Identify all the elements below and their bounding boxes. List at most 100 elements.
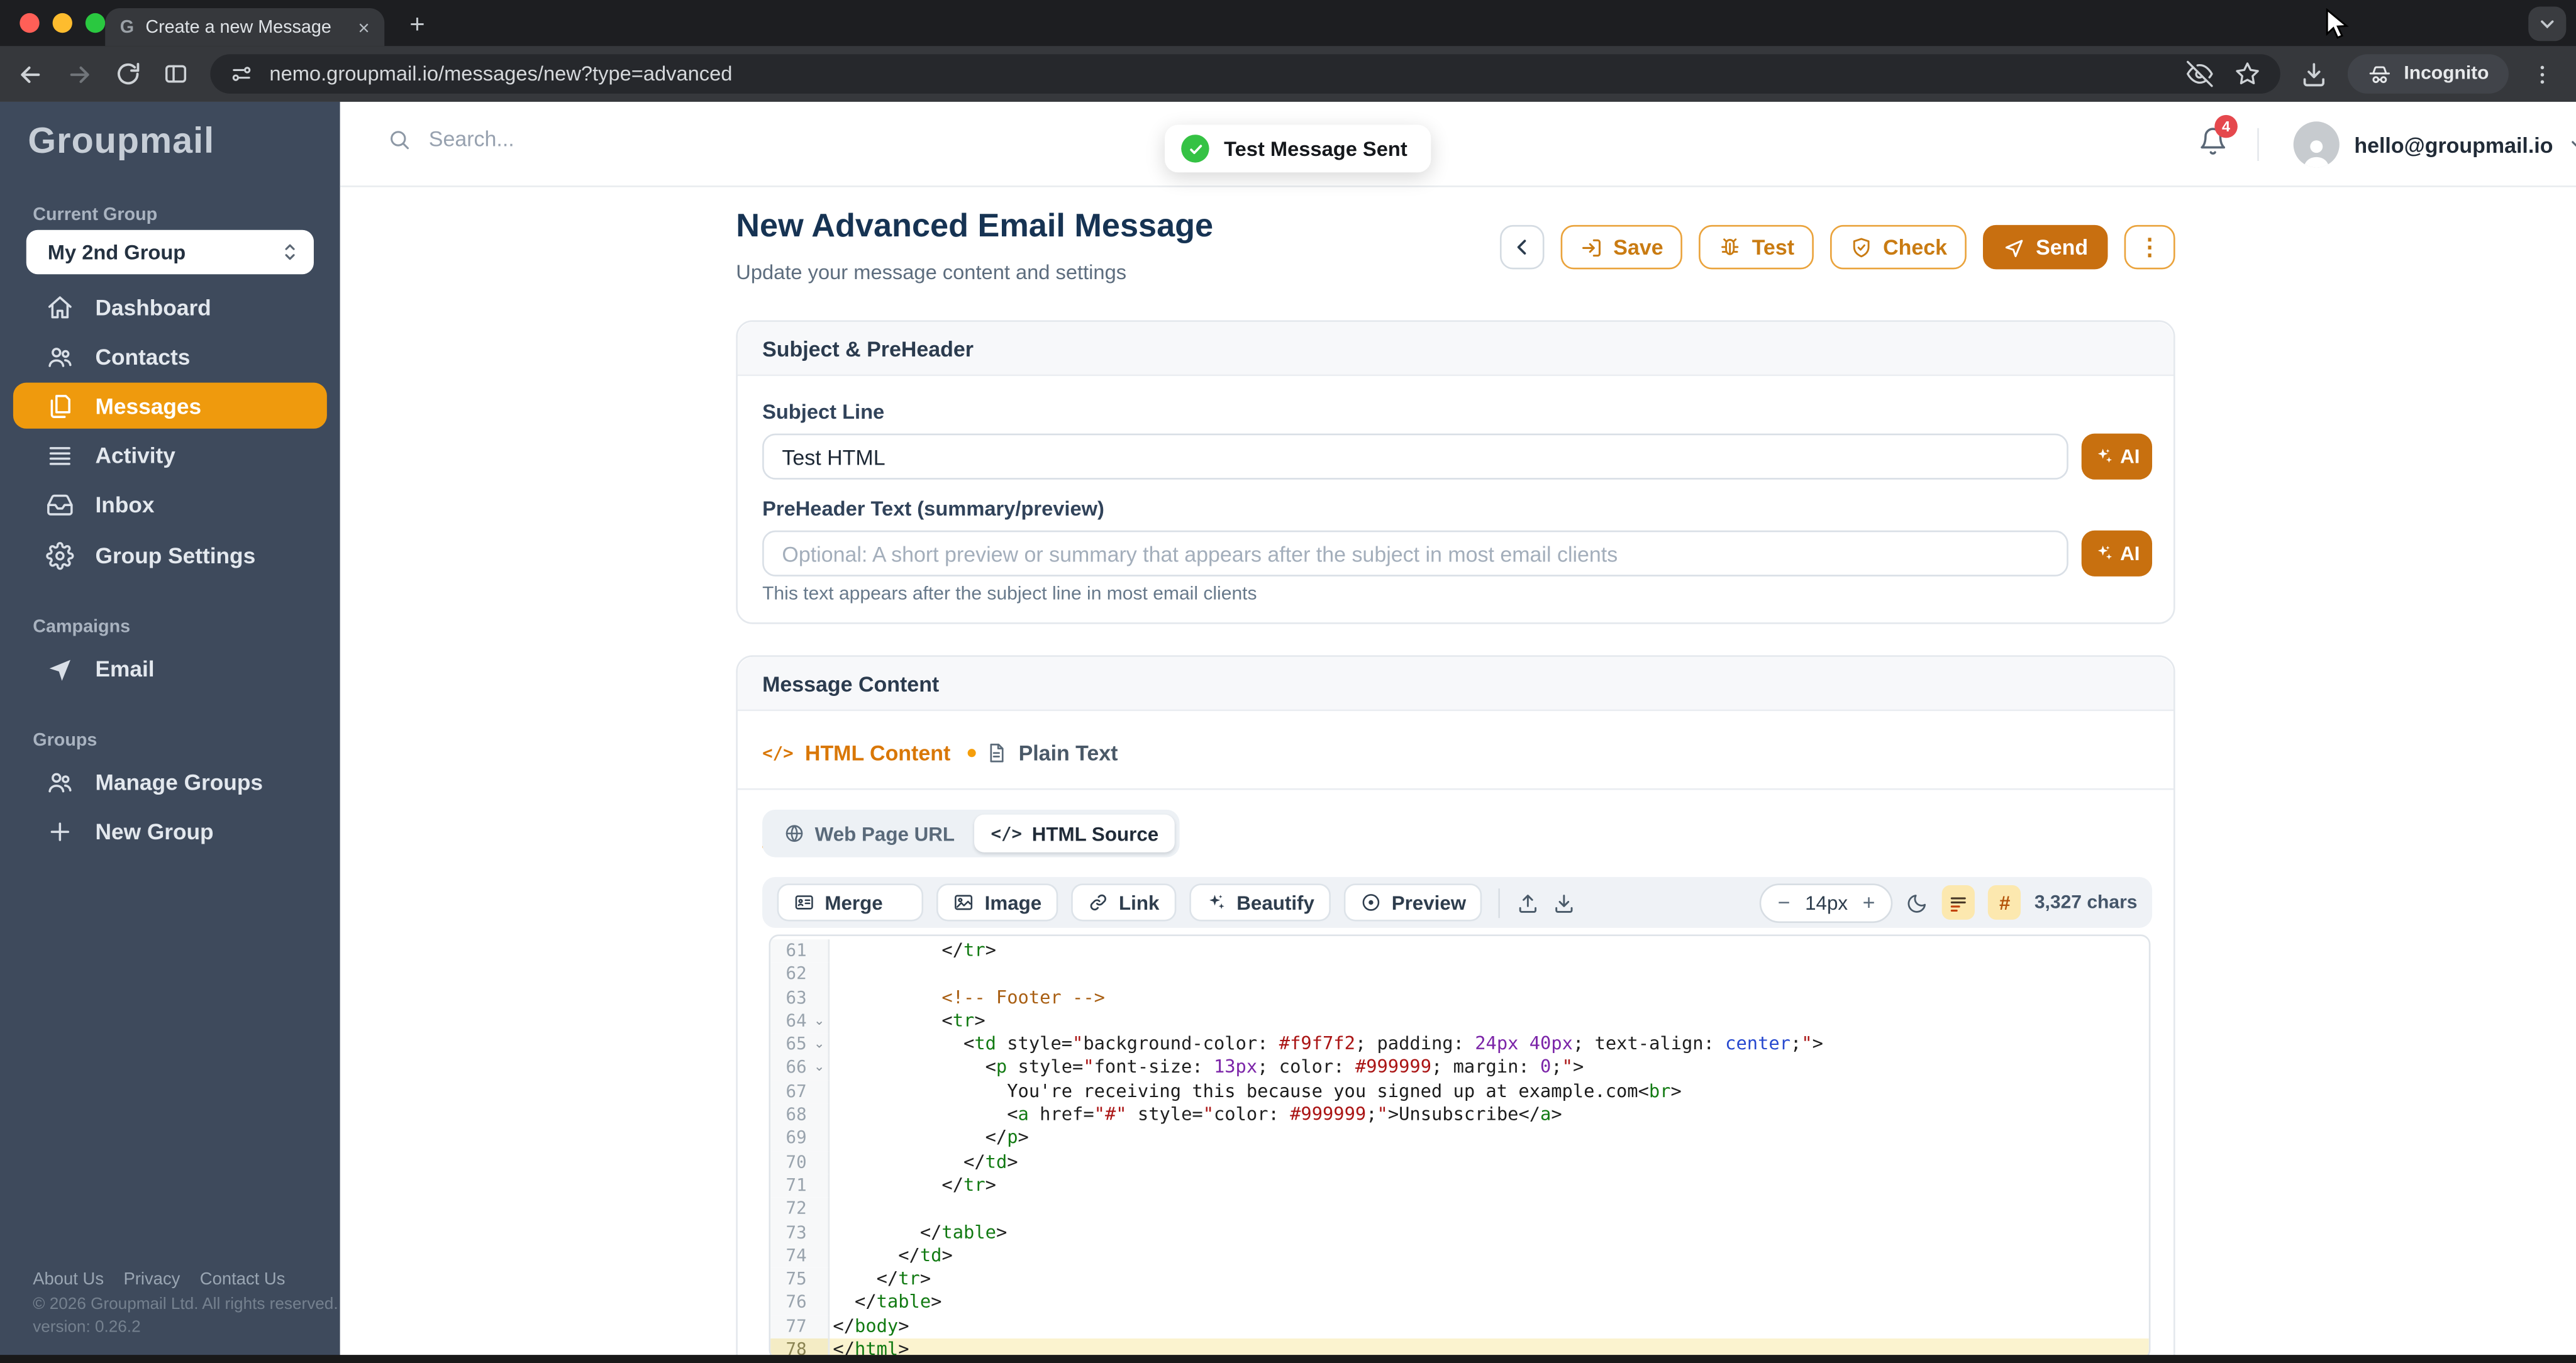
fold-chevron-icon[interactable]: ⌄ [814,1057,825,1080]
web-page-url-option[interactable]: Web Page URL [767,815,971,853]
about-us-link[interactable]: About Us [33,1269,104,1289]
fold-chevron-icon[interactable]: ⌄ [814,1034,825,1057]
html-source-option[interactable]: </> HTML Source [974,815,1175,853]
sidebar-item-dashboard[interactable]: Dashboard [13,284,327,330]
code-line[interactable]: 64⌄ <tr> [770,1010,2149,1033]
side-panel-icon[interactable] [163,61,189,87]
code-line[interactable]: 74 </td> [770,1245,2149,1268]
sidebar-item-email[interactable]: Email [13,646,327,692]
tab-label: HTML Content [805,741,950,765]
downloads-icon[interactable] [2301,60,2328,87]
code-line[interactable]: 75 </tr> [770,1268,2149,1291]
send-button[interactable]: Send [1984,225,2108,270]
code-line[interactable]: 72 [770,1198,2149,1221]
search-input[interactable] [426,125,794,153]
privacy-link[interactable]: Privacy [123,1269,180,1289]
sidebar-item-manage-groups[interactable]: Manage Groups [13,759,327,805]
code-line[interactable]: 77</body> [770,1315,2149,1338]
contact-us-link[interactable]: Contact Us [200,1269,286,1289]
code-line[interactable]: 76 </table> [770,1291,2149,1315]
eye-off-icon[interactable] [2187,61,2214,87]
link-button[interactable]: Link [1071,883,1175,921]
close-window-button[interactable] [19,13,39,33]
users-icon [46,343,74,370]
reload-icon[interactable] [115,61,142,87]
code-line[interactable]: 70 </td> [770,1151,2149,1174]
sidebar-item-label: Messages [96,394,202,418]
sidebar-item-messages[interactable]: Messages [13,383,327,429]
preheader-note: This text appears after the subject line… [762,585,1257,604]
site-settings-icon[interactable] [230,62,253,86]
code-editor[interactable]: 61 </tr>6263 <!-- Footer -->64⌄ <tr>65⌄ … [769,934,2151,1360]
option-label: Web Page URL [815,822,955,845]
line-numbers-toggle[interactable]: # [1989,885,2021,920]
back-button[interactable] [1500,225,1545,270]
preheader-ai-button[interactable]: AI [2082,531,2152,577]
new-tab-button[interactable]: + [399,8,435,44]
check-button[interactable]: Check [1830,225,1967,270]
code-line[interactable]: 67 You're receiving this because you sig… [770,1080,2149,1103]
more-actions-button[interactable]: ⋮ [2124,225,2175,270]
sidebar-item-contacts[interactable]: Contacts [13,333,327,379]
url-bar[interactable]: nemo.groupmail.io/messages/new?type=adva… [210,54,2280,94]
back-icon[interactable] [16,60,44,87]
sidebar-item-label: Contacts [96,344,191,368]
code-line[interactable]: 73 </table> [770,1221,2149,1244]
browser-menu-icon[interactable] [2530,62,2555,86]
merge-button[interactable]: Merge [777,883,924,921]
preview-button[interactable]: Preview [1344,883,1482,921]
minimize-window-button[interactable] [53,13,72,33]
sidebar-item-new-group[interactable]: New Group [13,808,327,854]
group-select[interactable]: My 2nd Group [26,230,314,275]
beautify-button[interactable]: Beautify [1189,883,1331,921]
code-line[interactable]: 62 [770,963,2149,986]
tab-close-icon[interactable]: × [358,17,369,36]
code-line[interactable]: 65⌄ <td style="background-color: #f9f7f2… [770,1034,2149,1057]
preheader-input[interactable] [762,531,2068,577]
notification-badge: 4 [2214,115,2238,138]
subject-ai-button[interactable]: AI [2082,434,2152,480]
sidebar-item-group-settings[interactable]: Group Settings [13,532,327,578]
fold-chevron-icon[interactable]: ⌄ [814,1010,825,1033]
account-menu[interactable]: hello@groupmail.io [2294,102,2576,187]
zoom-window-button[interactable] [86,13,105,33]
tab-search-button[interactable] [2528,6,2566,41]
code-line[interactable]: 66⌄ <p style="font-size: 13px; color: #9… [770,1057,2149,1080]
success-check-icon [1181,135,1209,162]
word-wrap-toggle[interactable] [1943,885,1975,920]
test-button[interactable]: Test [1699,225,1814,270]
incognito-label: Incognito [2404,64,2489,84]
bookmark-star-icon[interactable] [2235,61,2261,87]
browser-tab[interactable]: G Create a new Message | Grou × [105,8,384,46]
browser-tab-bar: G Create a new Message | Grou × + [0,0,2576,46]
sidebar-item-label: Email [96,656,155,681]
tab-html-content[interactable]: </> HTML Content [762,716,975,790]
code-line[interactable]: 63 <!-- Footer --> [770,986,2149,1010]
dark-mode-moon-icon[interactable] [1906,891,1929,914]
image-button[interactable]: Image [937,883,1058,921]
code-line[interactable]: 61 </tr> [770,939,2149,963]
code-line[interactable]: 68 <a href="#" style="color: #999999;">U… [770,1104,2149,1127]
tab-plain-text[interactable]: Plain Text [985,716,1118,790]
font-size-increase[interactable]: + [1863,890,1875,915]
global-search[interactable] [387,125,793,153]
upload-icon[interactable] [1517,891,1540,914]
sidebar-item-inbox[interactable]: Inbox [13,481,327,527]
check-label: Check [1883,235,1947,260]
chevron-down-icon [2568,135,2576,154]
forward-icon[interactable] [65,60,93,87]
font-size-decrease[interactable]: − [1778,890,1790,915]
sidebar-item-label: Group Settings [96,543,256,567]
code-line[interactable]: 69 </p> [770,1127,2149,1151]
line-number: 68 [770,1104,830,1127]
line-number: 76 [770,1291,830,1315]
save-button[interactable]: Save [1561,225,1683,270]
code-icon: </> [991,824,1023,843]
code-line[interactable]: 71 </tr> [770,1174,2149,1198]
subject-input[interactable] [762,434,2068,480]
line-number: 66⌄ [770,1057,830,1080]
code-text: <td style="background-color: #f9f7f2; pa… [830,1034,2149,1057]
download-icon[interactable] [1553,891,1577,914]
sidebar-item-activity[interactable]: Activity [13,432,327,478]
tab-label: Plain Text [1019,741,1118,765]
